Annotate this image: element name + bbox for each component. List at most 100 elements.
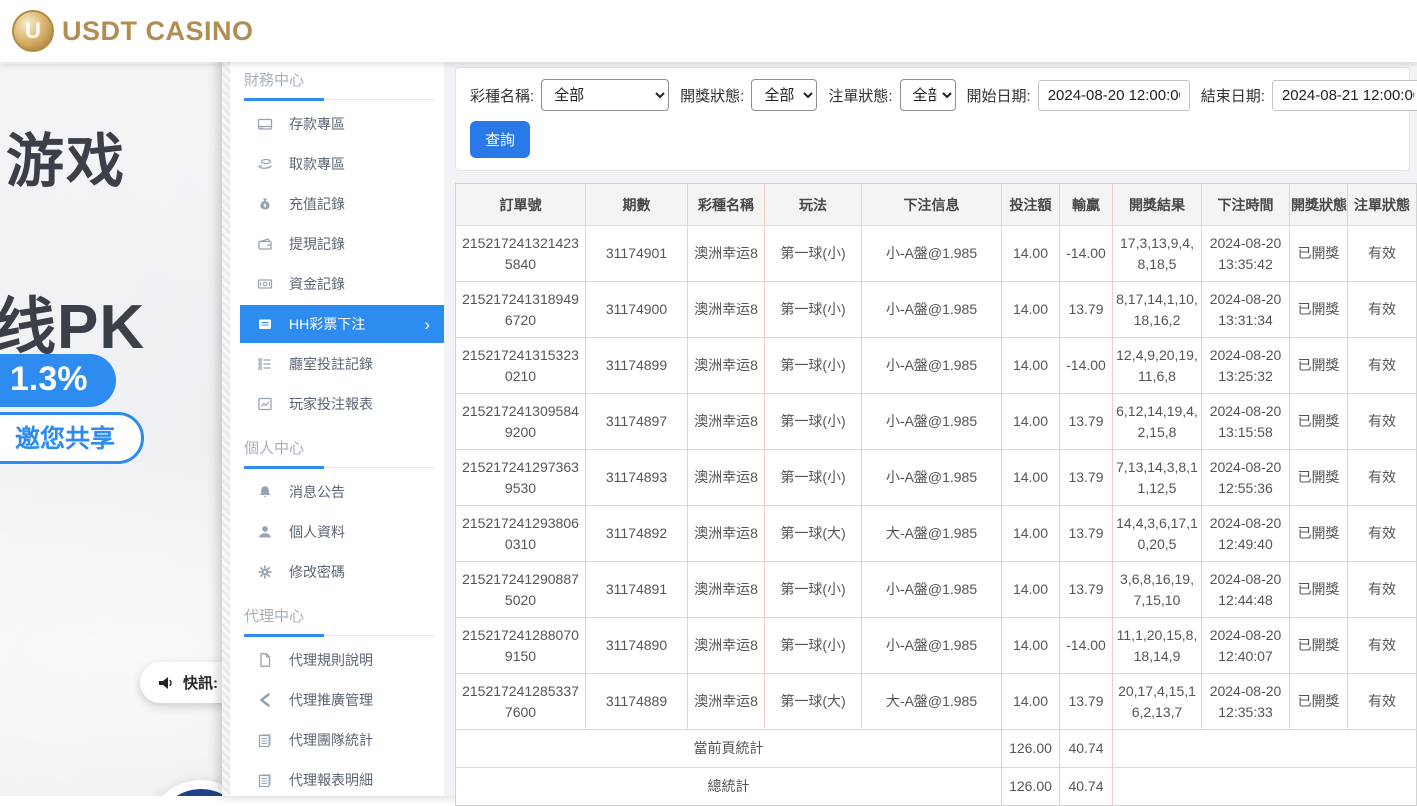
page-total-row-bet-amount: 126.00 xyxy=(1002,730,1060,768)
sidebar-item[interactable]: 消息公告 xyxy=(240,472,444,512)
cash-icon xyxy=(256,276,273,293)
sidebar-item[interactable]: 個人資料 xyxy=(240,512,444,552)
list-icon xyxy=(256,356,273,373)
cell-play-type: 第一球(小) xyxy=(765,226,862,282)
cell-bet-info: 小-A盤@1.985 xyxy=(862,282,1002,338)
sidebar-item-label: 取款專區 xyxy=(289,154,345,174)
cell-lottery-name: 澳洲幸运8 xyxy=(688,618,765,674)
table-row: 215217241297363953031174893澳洲幸运8第一球(小)小-… xyxy=(456,450,1417,506)
sidebar-item[interactable]: 提現記錄 xyxy=(240,224,444,264)
table-row: 215217241321423584031174901澳洲幸运8第一球(小)小-… xyxy=(456,226,1417,282)
cell-play-type: 第一球(小) xyxy=(765,282,862,338)
cell-period: 31174891 xyxy=(586,562,688,618)
cell-period: 31174901 xyxy=(586,226,688,282)
cell-order-status: 有效 xyxy=(1348,394,1417,450)
cell-order-no: 2152172412938060310 xyxy=(456,506,586,562)
banner-invite-pill[interactable]: 邀您共享 xyxy=(0,412,144,464)
brand-name: USDT CASINO xyxy=(62,16,254,47)
cell-draw-status: 已開獎 xyxy=(1290,282,1348,338)
sidebar-section-items: 代理規則說明代理推廣管理代理團隊統計代理報表明細 xyxy=(230,636,444,796)
sidebar-section-title: 個人中心 xyxy=(244,437,434,468)
sidebar-item[interactable]: 充值記錄 xyxy=(240,184,444,224)
cell-bet-amount: 14.00 xyxy=(1002,226,1060,282)
column-header-draw-result: 開獎結果 xyxy=(1113,184,1202,226)
cell-order-no: 2152172413189496720 xyxy=(456,282,586,338)
sidebar-item[interactable]: 存款專區 xyxy=(240,104,444,144)
order-status-label: 注單狀態: xyxy=(828,85,892,106)
moneybag-icon xyxy=(256,196,273,213)
cell-bet-time: 2024-08-20 12:55:36 xyxy=(1202,450,1290,506)
cell-order-status: 有效 xyxy=(1348,226,1417,282)
sidebar-item[interactable]: 修改密碼 xyxy=(240,552,444,592)
cell-bet-time: 2024-08-20 13:25:32 xyxy=(1202,338,1290,394)
sidebar-item[interactable]: 代理報表明細 xyxy=(240,760,444,796)
sidebar-item[interactable]: 資金記錄 xyxy=(240,264,444,304)
cell-win-loss: 13.79 xyxy=(1060,562,1113,618)
sidebar-item[interactable]: 代理規則說明 xyxy=(240,640,444,680)
cell-draw-status: 已開獎 xyxy=(1290,338,1348,394)
banner-text-line1: 游戏 xyxy=(6,114,126,198)
search-button[interactable]: 查詢 xyxy=(470,121,530,158)
cell-win-loss: -14.00 xyxy=(1060,338,1113,394)
sidebar-item[interactable]: 玩家投注報表 xyxy=(240,384,444,424)
cell-bet-amount: 14.00 xyxy=(1002,562,1060,618)
cell-draw-result: 3,6,8,16,19,7,15,10 xyxy=(1113,562,1202,618)
column-header-order-status: 注單狀態 xyxy=(1348,184,1417,226)
column-header-bet-time: 下注時間 xyxy=(1202,184,1290,226)
cell-lottery-name: 澳洲幸运8 xyxy=(688,506,765,562)
cell-lottery-name: 澳洲幸运8 xyxy=(688,450,765,506)
cell-order-no: 2152172412880709150 xyxy=(456,618,586,674)
sidebar-item[interactable]: 取款專區 xyxy=(240,144,444,184)
column-header-lottery-name: 彩種名稱 xyxy=(688,184,765,226)
cell-lottery-name: 澳洲幸运8 xyxy=(688,394,765,450)
order-status-select[interactable]: 全部 xyxy=(900,79,956,111)
page-total-row: 當前頁統計126.0040.74 xyxy=(456,730,1417,768)
banner-rate-badge: 1.3% xyxy=(0,354,116,407)
cell-play-type: 第一球(小) xyxy=(765,562,862,618)
cell-draw-result: 14,4,3,6,17,10,20,5 xyxy=(1113,506,1202,562)
cell-win-loss: 13.79 xyxy=(1060,394,1113,450)
cell-period: 31174897 xyxy=(586,394,688,450)
sidebar-item[interactable]: HH彩票下注› xyxy=(240,305,444,343)
sidebar-sections: 財務中心存款專區取款專區充值記錄提現記錄資金記錄HH彩票下注›廳室投註記錄玩家投… xyxy=(230,56,444,796)
sidebar-item-label: 代理團隊統計 xyxy=(289,730,373,750)
cell-bet-time: 2024-08-20 12:35:33 xyxy=(1202,674,1290,730)
cell-play-type: 第一球(小) xyxy=(765,338,862,394)
end-date-input[interactable] xyxy=(1272,80,1417,111)
draw-status-label: 開獎狀態: xyxy=(680,85,744,106)
column-header-bet-amount: 投注額 xyxy=(1002,184,1060,226)
cell-lottery-name: 澳洲幸运8 xyxy=(688,674,765,730)
cell-period: 31174889 xyxy=(586,674,688,730)
sidebar-item[interactable]: 廳室投註記錄 xyxy=(240,344,444,384)
cell-bet-info: 小-A盤@1.985 xyxy=(862,450,1002,506)
cell-play-type: 第一球(大) xyxy=(765,674,862,730)
banner-text-line2: 线PK xyxy=(0,276,145,366)
cell-draw-status: 已開獎 xyxy=(1290,674,1348,730)
draw-status-select[interactable]: 全部 xyxy=(751,79,817,111)
cell-order-status: 有效 xyxy=(1348,618,1417,674)
sidebar-item[interactable]: 代理推廣管理 xyxy=(240,680,444,720)
sidebar-item-label: 代理推廣管理 xyxy=(289,690,373,710)
cell-order-status: 有效 xyxy=(1348,450,1417,506)
cell-bet-amount: 14.00 xyxy=(1002,450,1060,506)
cell-lottery-name: 澳洲幸运8 xyxy=(688,282,765,338)
cell-bet-info: 大-A盤@1.985 xyxy=(862,674,1002,730)
page-scrollbar[interactable] xyxy=(222,7,230,796)
cell-period: 31174893 xyxy=(586,450,688,506)
cell-draw-status: 已開獎 xyxy=(1290,226,1348,282)
cell-lottery-name: 澳洲幸运8 xyxy=(688,338,765,394)
cell-bet-time: 2024-08-20 12:49:40 xyxy=(1202,506,1290,562)
grand-total-row-empty xyxy=(1113,768,1417,806)
start-date-input[interactable] xyxy=(1038,80,1190,111)
sidebar-section-items: 存款專區取款專區充值記錄提現記錄資金記錄HH彩票下注›廳室投註記錄玩家投注報表 xyxy=(230,100,444,424)
column-header-bet-info: 下注信息 xyxy=(862,184,1002,226)
sidebar-item[interactable]: 代理團隊統計 xyxy=(240,720,444,760)
cell-draw-status: 已開獎 xyxy=(1290,394,1348,450)
cell-draw-result: 8,17,14,1,10,18,16,2 xyxy=(1113,282,1202,338)
content: 彩種名稱: 全部 開獎狀態: 全部 注單狀態: 全部 開始日期: xyxy=(444,55,1417,796)
cell-order-no: 2152172413153230210 xyxy=(456,338,586,394)
cell-bet-time: 2024-08-20 13:35:42 xyxy=(1202,226,1290,282)
table-row: 215217241315323021031174899澳洲幸运8第一球(小)小-… xyxy=(456,338,1417,394)
table-row: 215217241309584920031174897澳洲幸运8第一球(小)小-… xyxy=(456,394,1417,450)
lottery-name-select[interactable]: 全部 xyxy=(541,79,669,111)
